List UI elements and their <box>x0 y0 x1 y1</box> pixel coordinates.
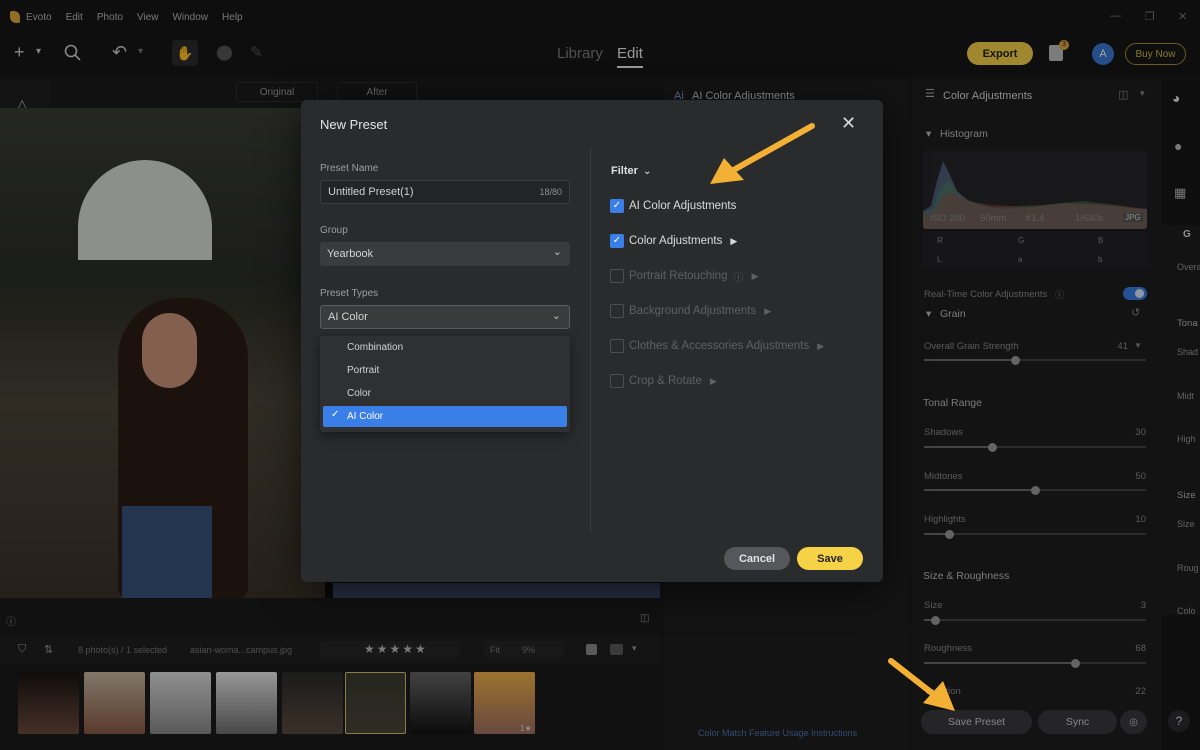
preset-name-label: Preset Name <box>320 163 379 174</box>
checkbox-disabled <box>610 374 624 388</box>
preset-type-dropdown: Combination Portrait Color ✓ AI Color <box>320 336 570 432</box>
group-label: Group <box>320 225 348 236</box>
checkbox-checked[interactable] <box>610 199 624 213</box>
option-label: Combination <box>347 342 404 353</box>
chevron-down-icon: ⌄ <box>552 246 562 258</box>
option-combination[interactable]: Combination <box>323 337 567 358</box>
expand-arrow-icon: ▶ <box>764 305 772 316</box>
filter-item-label: Color Adjustments <box>629 235 723 247</box>
option-color[interactable]: Color <box>323 383 567 404</box>
checkbox-disabled <box>610 339 624 353</box>
preset-name-value: Untitled Preset(1) <box>328 186 414 198</box>
option-label: AI Color <box>347 411 384 422</box>
expand-arrow-icon: ▶ <box>751 270 759 281</box>
dialog-title: New Preset <box>320 117 388 132</box>
preset-types-label: Preset Types <box>320 288 379 299</box>
group-select[interactable]: Yearbook ⌄ <box>320 242 570 266</box>
chevron-down-icon: ⌄ <box>551 310 561 322</box>
char-counter: 18/80 <box>539 187 562 197</box>
filter-ai-color-adjustments[interactable]: AI Color Adjustments <box>610 197 736 215</box>
option-ai-color[interactable]: ✓ AI Color <box>323 406 567 427</box>
annotation-arrow-icon <box>888 658 955 711</box>
filter-item-label: Background Adjustments <box>629 305 757 317</box>
filter-label: Filter <box>611 165 638 177</box>
filter-item-label: AI Color Adjustments <box>629 200 737 212</box>
expand-arrow-icon[interactable]: ▶ <box>730 236 737 247</box>
expand-arrow-icon: ▶ <box>709 375 717 386</box>
option-label: Color <box>347 388 371 399</box>
filter-item-label: Crop & Rotate <box>629 375 702 387</box>
info-icon: ⓘ <box>733 272 744 284</box>
save-button[interactable]: Save <box>797 547 863 570</box>
checkbox-checked[interactable] <box>610 234 624 248</box>
filter-item-label: Portrait Retouching <box>629 270 728 282</box>
checkbox-disabled <box>610 304 624 318</box>
preset-name-input[interactable]: Untitled Preset(1) 18/80 <box>320 180 570 204</box>
filter-dropdown[interactable]: Filter ⌄ <box>611 165 651 177</box>
expand-arrow-icon: ▶ <box>817 340 825 351</box>
preset-type-select[interactable]: AI Color ⌄ <box>320 305 570 329</box>
checkbox-disabled <box>610 269 624 283</box>
filter-background-adjustments: Background Adjustments ▶ <box>610 302 771 320</box>
filter-color-adjustments[interactable]: Color Adjustments ▶ <box>610 232 737 250</box>
group-value: Yearbook <box>327 248 374 260</box>
cancel-button[interactable]: Cancel <box>724 547 790 570</box>
chevron-down-icon: ⌄ <box>642 166 652 177</box>
annotation-arrow-icon <box>710 123 815 184</box>
preset-type-value: AI Color <box>328 311 368 323</box>
option-label: Portrait <box>347 365 380 376</box>
close-icon[interactable]: ✕ <box>841 113 856 134</box>
option-portrait[interactable]: Portrait <box>323 360 567 381</box>
filter-clothes-accessories: Clothes & Accessories Adjustments ▶ <box>610 337 824 355</box>
filter-portrait-retouching: Portrait Retouching ⓘ ▶ <box>610 267 758 285</box>
dialog-column-divider <box>590 148 591 532</box>
filter-item-label: Clothes & Accessories Adjustments <box>629 340 810 352</box>
check-icon: ✓ <box>331 409 340 420</box>
filter-crop-rotate: Crop & Rotate ▶ <box>610 372 717 390</box>
